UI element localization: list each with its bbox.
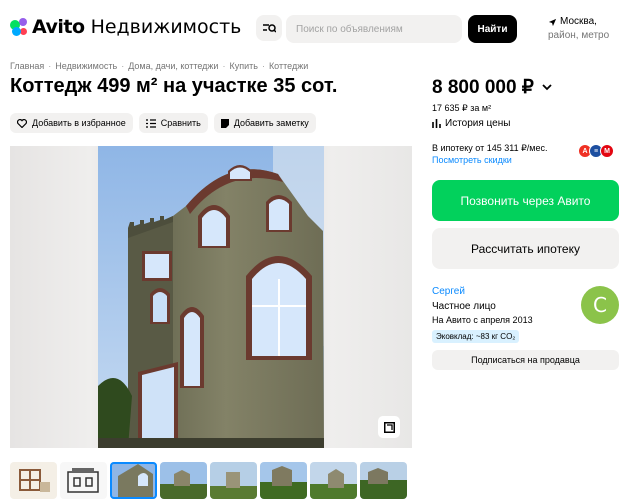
add-to-favorites-button[interactable]: Добавить в избранное: [10, 113, 133, 133]
price-history-label: История цены: [445, 118, 511, 129]
thumbnail-1[interactable]: [10, 462, 57, 499]
add-to-favorites-label: Добавить в избранное: [32, 118, 126, 128]
price-per-meter: 17 635 ₽ за м²: [432, 103, 492, 113]
breadcrumb-separator: ·: [48, 61, 52, 71]
location-city: Москва,: [560, 16, 597, 27]
breadcrumb: Главная · Недвижимость · Дома, дачи, кот…: [10, 61, 308, 71]
section-title: Недвижимость: [90, 16, 242, 38]
price-history-link[interactable]: История цены: [432, 118, 510, 129]
thumbnail-6[interactable]: [260, 462, 307, 499]
photo-gallery[interactable]: [10, 146, 412, 448]
avito-logo[interactable]: Avito Недвижимость: [10, 16, 241, 38]
view-discounts-link[interactable]: Посмотреть скидки: [432, 155, 512, 165]
location-hint: район, метро: [548, 30, 610, 41]
thumbnail-3[interactable]: [110, 462, 157, 499]
compare-label: Сравнить: [160, 118, 201, 128]
seller-name[interactable]: Сергей: [432, 286, 465, 297]
seller-type: Частное лицо: [432, 301, 496, 312]
thumbnail-7[interactable]: [310, 462, 357, 499]
chevron-down-icon: [542, 84, 552, 91]
listing-actions: Добавить в избранное Сравнить Добавить з…: [10, 113, 316, 133]
breadcrumb-separator: ·: [222, 61, 226, 71]
filters-icon: [263, 24, 276, 33]
filters-button[interactable]: [256, 15, 282, 41]
compare-button[interactable]: Сравнить: [138, 113, 208, 133]
avatar[interactable]: С: [581, 286, 619, 324]
breadcrumb-home[interactable]: Главная: [10, 61, 44, 71]
logo-mark-icon: [10, 18, 28, 36]
breadcrumb-buy[interactable]: Купить: [229, 61, 257, 71]
thumbnail-5[interactable]: [210, 462, 257, 499]
main-photo: [98, 146, 324, 448]
fullscreen-button[interactable]: [378, 416, 400, 438]
page-title: Коттедж 499 м² на участке 35 сот.: [10, 75, 338, 97]
search-button[interactable]: Найти: [468, 15, 517, 43]
call-via-avito-button[interactable]: Позвонить через Авито: [432, 180, 619, 221]
subscribe-to-seller-button[interactable]: Подписаться на продавца: [432, 350, 619, 370]
thumbnail-4[interactable]: [160, 462, 207, 499]
thumbnail-8[interactable]: [360, 462, 407, 499]
breadcrumb-separator: ·: [121, 61, 125, 71]
note-icon: [220, 118, 229, 128]
seller-since: На Авито с апреля 2013: [432, 315, 533, 325]
expand-icon: [383, 421, 395, 433]
logo-text: Avito: [32, 16, 85, 38]
location-selector[interactable]: Москва, район, метро: [548, 15, 609, 43]
eco-badge[interactable]: Эковклад: ~83 кг CO₂: [432, 330, 520, 343]
add-note-label: Добавить заметку: [233, 118, 309, 128]
breadcrumb-cottages[interactable]: Коттеджи: [269, 61, 308, 71]
calculate-mortgage-button[interactable]: Рассчитать ипотеку: [432, 228, 619, 269]
location-arrow-icon: [548, 18, 557, 26]
breadcrumb-houses[interactable]: Дома, дачи, коттеджи: [128, 61, 218, 71]
heart-icon: [17, 118, 27, 128]
search-input[interactable]: [286, 15, 462, 43]
photo-thumbnails: [10, 462, 407, 499]
breadcrumb-realty[interactable]: Недвижимость: [55, 61, 117, 71]
breadcrumb-separator: ·: [261, 61, 265, 71]
mortgage-estimate: В ипотеку от 145 311 ₽/мес.: [432, 143, 548, 153]
price-value: 8 800 000 ₽: [432, 77, 534, 98]
compare-icon: [145, 118, 156, 128]
listing-price[interactable]: 8 800 000 ₽: [432, 76, 552, 99]
thumbnail-2[interactable]: [60, 462, 107, 499]
bank-logo-3: M: [600, 144, 614, 158]
add-note-button[interactable]: Добавить заметку: [213, 113, 316, 133]
bar-chart-icon: [432, 119, 441, 128]
bank-logos: A ≡ M: [578, 144, 614, 158]
